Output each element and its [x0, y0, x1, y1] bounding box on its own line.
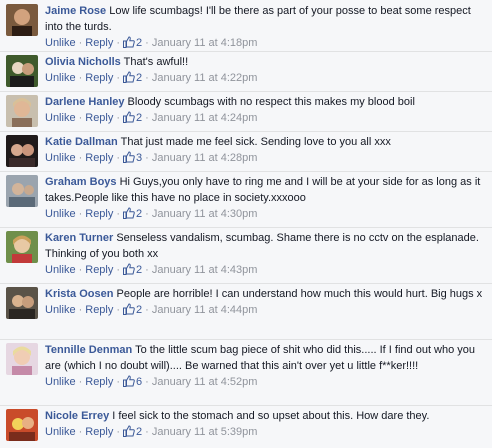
comment-meta: Unlike · Reply · 2 · January 11 at 5:39pm [45, 425, 258, 438]
thumbs-up-icon [123, 303, 135, 315]
avatar[interactable] [6, 343, 38, 375]
comment-meta: Unlike · Reply · 2 · January 11 at 4:18pm [45, 36, 258, 49]
comment: Karen Turner Senseless vandalism, scumba… [0, 227, 492, 284]
profile-photo-icon [6, 231, 38, 263]
reply-link[interactable]: Reply [85, 376, 113, 388]
comment-text: People are horrible! I can understand ho… [116, 288, 483, 300]
comment: Tennille Denman To the little scum bag p… [0, 339, 492, 406]
unlike-link[interactable]: Unlike [45, 376, 76, 388]
unlike-link[interactable]: Unlike [45, 112, 76, 124]
unlike-link[interactable]: Unlike [45, 426, 76, 438]
profile-photo-icon [6, 287, 38, 319]
profile-photo-icon [6, 95, 38, 127]
avatar[interactable] [6, 409, 38, 441]
like-count[interactable]: 3 [123, 151, 142, 164]
like-count[interactable]: 2 [123, 303, 142, 316]
comment-author[interactable]: Krista Oosen [45, 288, 113, 300]
reply-link[interactable]: Reply [85, 264, 113, 276]
comment-author[interactable]: Graham Boys [45, 176, 117, 188]
comment-timestamp[interactable]: January 11 at 4:18pm [152, 37, 258, 49]
unlike-link[interactable]: Unlike [45, 37, 76, 49]
thumbs-up-icon [123, 207, 135, 219]
avatar[interactable] [6, 4, 38, 36]
reply-link[interactable]: Reply [85, 304, 113, 316]
avatar[interactable] [6, 231, 38, 263]
comment-text: That just made me feel sick. Sending lov… [120, 136, 391, 148]
reply-link[interactable]: Reply [85, 152, 113, 164]
comment-author[interactable]: Jaime Rose [45, 5, 106, 17]
avatar[interactable] [6, 175, 38, 207]
comment-meta: Unlike · Reply · 2 · January 11 at 4:22pm [45, 71, 258, 84]
thumbs-up-icon [123, 425, 135, 437]
reply-link[interactable]: Reply [85, 426, 113, 438]
comment-meta: Unlike · Reply · 2 · January 11 at 4:24pm [45, 111, 258, 124]
thumbs-up-icon [123, 36, 135, 48]
like-count[interactable]: 2 [123, 71, 142, 84]
comment-meta: Unlike · Reply · 2 · January 11 at 4:44pm [45, 303, 258, 316]
comment: Krista Oosen People are horrible! I can … [0, 283, 492, 340]
comment-author[interactable]: Darlene Hanley [45, 96, 124, 108]
profile-photo-icon [6, 343, 38, 375]
unlike-link[interactable]: Unlike [45, 208, 76, 220]
like-count[interactable]: 2 [123, 425, 142, 438]
comment-text: That's awful!! [123, 56, 189, 68]
comment-timestamp[interactable]: January 11 at 4:30pm [152, 208, 258, 220]
comment: Graham Boys Hi Guys,you only have to rin… [0, 171, 492, 228]
reply-link[interactable]: Reply [85, 112, 113, 124]
profile-photo-icon [6, 55, 38, 87]
profile-photo-icon [6, 409, 38, 441]
profile-photo-icon [6, 135, 38, 167]
comment-timestamp[interactable]: January 11 at 4:24pm [152, 112, 258, 124]
comment-timestamp[interactable]: January 11 at 4:52pm [152, 376, 258, 388]
thumbs-up-icon [123, 71, 135, 83]
avatar[interactable] [6, 95, 38, 127]
unlike-link[interactable]: Unlike [45, 264, 76, 276]
comment-text: Bloody scumbags with no respect this mak… [127, 96, 415, 108]
comment-meta: Unlike · Reply · 3 · January 11 at 4:28pm [45, 151, 258, 164]
comment-author[interactable]: Karen Turner [45, 232, 113, 244]
comment-author[interactable]: Tennille Denman [45, 344, 132, 356]
comment: Darlene Hanley Bloody scumbags with no r… [0, 91, 492, 132]
reply-link[interactable]: Reply [85, 208, 113, 220]
comment: Olivia Nicholls That's awful!! Unlike · Re… [0, 51, 492, 92]
comment-timestamp[interactable]: January 11 at 4:28pm [152, 152, 258, 164]
avatar[interactable] [6, 55, 38, 87]
avatar[interactable] [6, 135, 38, 167]
like-count[interactable]: 2 [123, 207, 142, 220]
thumbs-up-icon [123, 151, 135, 163]
unlike-link[interactable]: Unlike [45, 72, 76, 84]
comment-text: Low life scumbags! I'll be there as part… [45, 5, 471, 33]
comment-meta: Unlike · Reply · 2 · January 11 at 4:43pm [45, 263, 258, 276]
profile-photo-icon [6, 4, 38, 36]
thumbs-up-icon [123, 375, 135, 387]
like-count[interactable]: 6 [123, 375, 142, 388]
avatar[interactable] [6, 287, 38, 319]
comment-timestamp[interactable]: January 11 at 4:22pm [152, 72, 258, 84]
comment: Jaime Rose Low life scumbags! I'll be th… [0, 0, 492, 52]
comment-timestamp[interactable]: January 11 at 4:44pm [152, 304, 258, 316]
reply-link[interactable]: Reply [85, 72, 113, 84]
comment-meta: Unlike · Reply · 2 · January 11 at 4:30pm [45, 207, 258, 220]
like-count[interactable]: 2 [123, 111, 142, 124]
unlike-link[interactable]: Unlike [45, 152, 76, 164]
comment-author[interactable]: Olivia Nicholls [45, 56, 121, 68]
comment-list: Jaime Rose Low life scumbags! I'll be th… [0, 0, 492, 448]
comment-text: I feel sick to the stomach and so upset … [112, 410, 430, 422]
thumbs-up-icon [123, 263, 135, 275]
comment-timestamp[interactable]: January 11 at 5:39pm [152, 426, 258, 438]
comment-timestamp[interactable]: January 11 at 4:43pm [152, 264, 258, 276]
thumbs-up-icon [123, 111, 135, 123]
reply-link[interactable]: Reply [85, 37, 113, 49]
comment: Nicole Errey I feel sick to the stomach … [0, 405, 492, 448]
comment-meta: Unlike · Reply · 6 · January 11 at 4:52pm [45, 375, 258, 388]
unlike-link[interactable]: Unlike [45, 304, 76, 316]
comment-author[interactable]: Katie Dallman [45, 136, 118, 148]
comment: Katie Dallman That just made me feel sic… [0, 131, 492, 172]
like-count[interactable]: 2 [123, 263, 142, 276]
profile-photo-icon [6, 175, 38, 207]
comment-author[interactable]: Nicole Errey [45, 410, 109, 422]
like-count[interactable]: 2 [123, 36, 142, 49]
